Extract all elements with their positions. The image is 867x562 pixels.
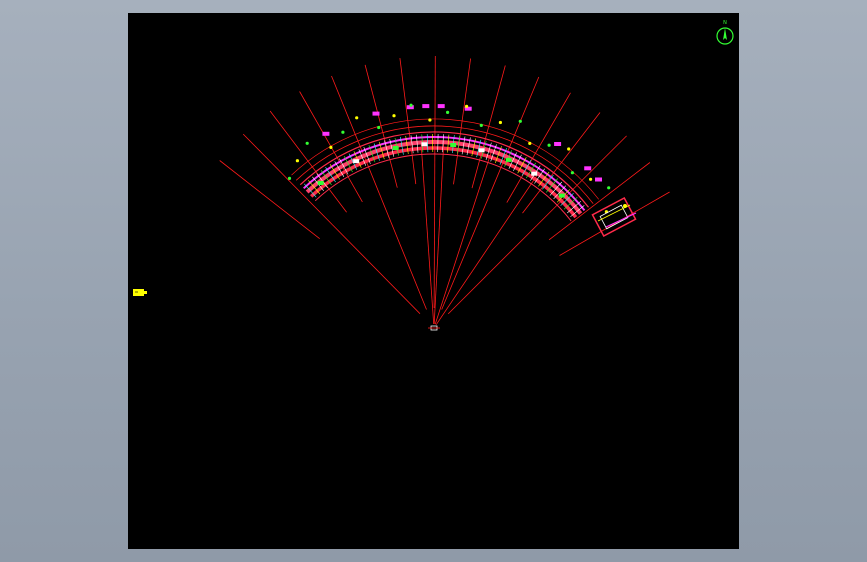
station-label-tag bbox=[372, 111, 380, 116]
radial-line bbox=[364, 64, 398, 188]
station-marker bbox=[287, 176, 292, 180]
station-label-tag bbox=[584, 166, 592, 171]
station-label-tag bbox=[422, 104, 430, 109]
station-label-tag bbox=[322, 131, 330, 136]
ramp-marker bbox=[623, 204, 627, 208]
svg-text:N: N bbox=[723, 20, 727, 26]
station-label-tag bbox=[595, 177, 602, 182]
road-detail-block bbox=[478, 148, 485, 153]
north-arrow-icon[interactable]: N bbox=[714, 18, 736, 46]
yellow-block-icon bbox=[133, 289, 147, 296]
road-detail-block bbox=[450, 143, 457, 147]
station-marker bbox=[589, 177, 593, 181]
radial-line bbox=[434, 55, 436, 184]
road-detail-block bbox=[317, 181, 324, 185]
radial-line bbox=[219, 160, 320, 240]
station-marker bbox=[570, 171, 574, 175]
road-detail-block bbox=[353, 159, 360, 164]
radial-line-to-center bbox=[433, 182, 436, 309]
station-marker bbox=[607, 186, 611, 190]
road-detail-block bbox=[505, 157, 512, 162]
road-arc bbox=[305, 140, 583, 215]
road-detail-block bbox=[558, 193, 565, 198]
station-marker bbox=[392, 114, 396, 118]
radial-line-to-center bbox=[379, 193, 427, 310]
ramp-interchange-block bbox=[591, 196, 637, 238]
station-marker bbox=[465, 104, 469, 108]
station-marker bbox=[341, 130, 345, 134]
station-marker bbox=[479, 123, 483, 127]
road-plan-drawing bbox=[219, 55, 670, 331]
station-marker bbox=[409, 103, 413, 107]
station-marker bbox=[567, 147, 571, 151]
road-detail-block bbox=[392, 146, 399, 150]
curved-road-band bbox=[291, 118, 599, 222]
road-arc bbox=[310, 146, 578, 219]
station-marker bbox=[528, 141, 532, 145]
station-marker bbox=[428, 118, 432, 122]
road-detail-block bbox=[531, 171, 538, 176]
radial-line-to-center bbox=[420, 143, 435, 325]
station-marker bbox=[547, 143, 551, 147]
station-marker bbox=[329, 145, 333, 149]
station-marker bbox=[518, 119, 522, 123]
arc-center-point bbox=[428, 325, 440, 331]
cad-model-viewport[interactable]: N bbox=[128, 13, 739, 549]
station-marker bbox=[295, 159, 299, 163]
radial-line-to-center bbox=[332, 224, 421, 314]
station-label-tag bbox=[554, 142, 562, 146]
radial-line-to-center bbox=[441, 194, 491, 310]
station-marker bbox=[446, 110, 450, 114]
station-marker bbox=[498, 120, 502, 125]
radial-line-to-center bbox=[447, 225, 537, 315]
road-detail-block bbox=[421, 142, 428, 147]
station-marker bbox=[305, 141, 309, 145]
station-label-tag bbox=[437, 104, 445, 109]
ramp-outline bbox=[591, 196, 637, 238]
radial-line-to-center bbox=[435, 174, 538, 325]
radial-line-to-center bbox=[433, 143, 445, 325]
station-marker bbox=[377, 125, 381, 130]
radial-section-lines bbox=[219, 55, 670, 325]
station-marker bbox=[355, 116, 359, 120]
